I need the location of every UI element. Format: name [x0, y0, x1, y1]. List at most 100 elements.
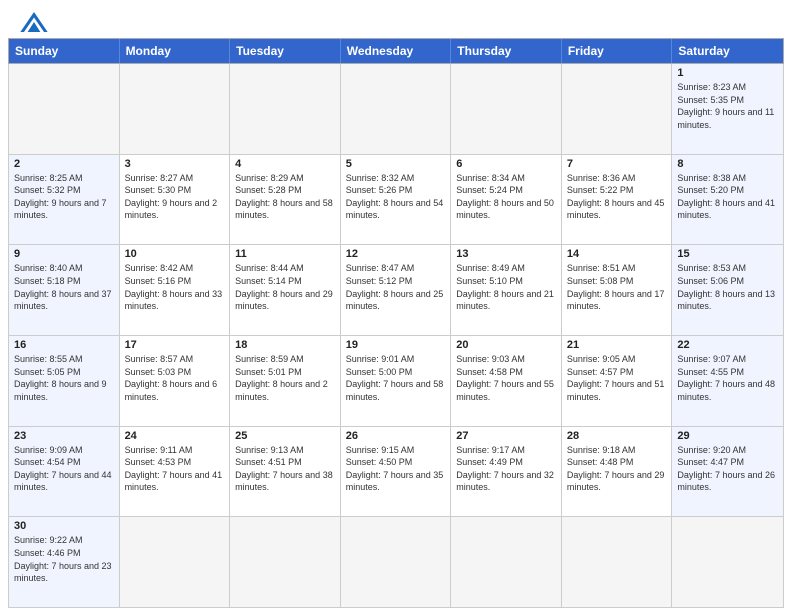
sun-info: Sunrise: 9:17 AM Sunset: 4:49 PM Dayligh… — [456, 444, 556, 494]
day-cell: 7 Sunrise: 8:36 AM Sunset: 5:22 PM Daylig… — [562, 155, 673, 245]
sun-info: Sunrise: 8:27 AM Sunset: 5:30 PM Dayligh… — [125, 172, 225, 222]
day-cell: 3 Sunrise: 8:27 AM Sunset: 5:30 PM Daylig… — [120, 155, 231, 245]
day-cell: 28 Sunrise: 9:18 AM Sunset: 4:48 PM Dayli… — [562, 427, 673, 517]
day-cell — [230, 517, 341, 607]
day-header: Wednesday — [341, 39, 452, 63]
day-cell: 21 Sunrise: 9:05 AM Sunset: 4:57 PM Dayli… — [562, 336, 673, 426]
day-number: 28 — [567, 430, 667, 442]
day-number: 23 — [14, 430, 114, 442]
day-cell: 18Sunrise: 8:59 AM Sunset: 5:01 PM Dayli… — [230, 336, 341, 426]
sun-info: Sunrise: 8:40 AM Sunset: 5:18 PM Dayligh… — [14, 262, 114, 312]
logo-icon — [20, 12, 48, 32]
day-number: 12 — [346, 248, 446, 260]
day-cell — [672, 517, 783, 607]
day-cell: 23 Sunrise: 9:09 AM Sunset: 4:54 PM Dayli… — [9, 427, 120, 517]
sun-info: Sunrise: 9:01 AM Sunset: 5:00 PM Dayligh… — [346, 353, 446, 403]
weeks: 1 Sunrise: 8:23 AM Sunset: 5:35 PM Daylig… — [8, 64, 784, 608]
day-cell: 1 Sunrise: 8:23 AM Sunset: 5:35 PM Daylig… — [672, 64, 783, 154]
day-number: 5 — [346, 158, 446, 170]
sun-info: Sunrise: 9:11 AM Sunset: 4:53 PM Dayligh… — [125, 444, 225, 494]
day-number: 17 — [125, 339, 225, 351]
day-number: 6 — [456, 158, 556, 170]
day-cell: 26Sunrise: 9:15 AM Sunset: 4:50 PM Dayli… — [341, 427, 452, 517]
week-row: 16Sunrise: 8:55 AM Sunset: 5:05 PM Dayli… — [9, 336, 783, 427]
day-number: 20 — [456, 339, 556, 351]
sun-info: Sunrise: 9:22 AM Sunset: 4:46 PM Dayligh… — [14, 534, 114, 584]
week-row: 2 Sunrise: 8:25 AM Sunset: 5:32 PM Daylig… — [9, 155, 783, 246]
day-number: 10 — [125, 248, 225, 260]
day-number: 21 — [567, 339, 667, 351]
day-number: 8 — [677, 158, 778, 170]
day-header: Sunday — [9, 39, 120, 63]
day-number: 3 — [125, 158, 225, 170]
sun-info: Sunrise: 9:18 AM Sunset: 4:48 PM Dayligh… — [567, 444, 667, 494]
day-cell: 24 Sunrise: 9:11 AM Sunset: 4:53 PM Dayli… — [120, 427, 231, 517]
day-number: 24 — [125, 430, 225, 442]
day-cell: 29 Sunrise: 9:20 AM Sunset: 4:47 PM Dayli… — [672, 427, 783, 517]
day-cell: 15 Sunrise: 8:53 AM Sunset: 5:06 PM Dayli… — [672, 245, 783, 335]
day-number: 9 — [14, 248, 114, 260]
day-cell — [9, 64, 120, 154]
day-cell: 13 Sunrise: 8:49 AM Sunset: 5:10 PM Dayli… — [451, 245, 562, 335]
sun-info: Sunrise: 8:25 AM Sunset: 5:32 PM Dayligh… — [14, 172, 114, 222]
sun-info: Sunrise: 9:20 AM Sunset: 4:47 PM Dayligh… — [677, 444, 778, 494]
day-cell — [451, 517, 562, 607]
week-row: 30Sunrise: 9:22 AM Sunset: 4:46 PM Dayli… — [9, 517, 783, 607]
day-cell — [120, 517, 231, 607]
sun-info: Sunrise: 8:57 AM Sunset: 5:03 PM Dayligh… — [125, 353, 225, 403]
day-cell: 19 Sunrise: 9:01 AM Sunset: 5:00 PM Dayli… — [341, 336, 452, 426]
day-cell: 9 Sunrise: 8:40 AM Sunset: 5:18 PM Daylig… — [9, 245, 120, 335]
day-number: 1 — [677, 67, 778, 79]
sun-info: Sunrise: 8:42 AM Sunset: 5:16 PM Dayligh… — [125, 262, 225, 312]
sun-info: Sunrise: 8:34 AM Sunset: 5:24 PM Dayligh… — [456, 172, 556, 222]
day-cell: 4 Sunrise: 8:29 AM Sunset: 5:28 PM Daylig… — [230, 155, 341, 245]
day-number: 2 — [14, 158, 114, 170]
day-header: Friday — [562, 39, 673, 63]
sun-info: Sunrise: 8:51 AM Sunset: 5:08 PM Dayligh… — [567, 262, 667, 312]
day-number: 29 — [677, 430, 778, 442]
sun-info: Sunrise: 8:53 AM Sunset: 5:06 PM Dayligh… — [677, 262, 778, 312]
day-number: 15 — [677, 248, 778, 260]
day-cell: 8Sunrise: 8:38 AM Sunset: 5:20 PM Daylig… — [672, 155, 783, 245]
week-row: 1 Sunrise: 8:23 AM Sunset: 5:35 PM Daylig… — [9, 64, 783, 155]
sun-info: Sunrise: 9:05 AM Sunset: 4:57 PM Dayligh… — [567, 353, 667, 403]
day-number: 16 — [14, 339, 114, 351]
day-number: 4 — [235, 158, 335, 170]
day-cell: 14 Sunrise: 8:51 AM Sunset: 5:08 PM Dayli… — [562, 245, 673, 335]
page: SundayMondayTuesdayWednesdayThursdayFrid… — [0, 0, 792, 612]
day-number: 13 — [456, 248, 556, 260]
day-header: Monday — [120, 39, 231, 63]
day-number: 19 — [346, 339, 446, 351]
sun-info: Sunrise: 8:36 AM Sunset: 5:22 PM Dayligh… — [567, 172, 667, 222]
day-cell — [562, 517, 673, 607]
day-header: Tuesday — [230, 39, 341, 63]
sun-info: Sunrise: 8:29 AM Sunset: 5:28 PM Dayligh… — [235, 172, 335, 222]
week-row: 23 Sunrise: 9:09 AM Sunset: 4:54 PM Dayli… — [9, 427, 783, 518]
day-number: 7 — [567, 158, 667, 170]
day-number: 18 — [235, 339, 335, 351]
day-cell — [341, 517, 452, 607]
day-cell: 11 Sunrise: 8:44 AM Sunset: 5:14 PM Dayli… — [230, 245, 341, 335]
day-cell: 22Sunrise: 9:07 AM Sunset: 4:55 PM Dayli… — [672, 336, 783, 426]
day-cell: 27Sunrise: 9:17 AM Sunset: 4:49 PM Dayli… — [451, 427, 562, 517]
sun-info: Sunrise: 9:13 AM Sunset: 4:51 PM Dayligh… — [235, 444, 335, 494]
day-number: 11 — [235, 248, 335, 260]
day-cell: 10 Sunrise: 8:42 AM Sunset: 5:16 PM Dayli… — [120, 245, 231, 335]
day-cell — [341, 64, 452, 154]
day-cell — [230, 64, 341, 154]
header — [0, 0, 792, 38]
week-row: 9 Sunrise: 8:40 AM Sunset: 5:18 PM Daylig… — [9, 245, 783, 336]
day-cell — [451, 64, 562, 154]
calendar: SundayMondayTuesdayWednesdayThursdayFrid… — [0, 38, 792, 612]
sun-info: Sunrise: 9:09 AM Sunset: 4:54 PM Dayligh… — [14, 444, 114, 494]
sun-info: Sunrise: 8:49 AM Sunset: 5:10 PM Dayligh… — [456, 262, 556, 312]
day-cell: 6 Sunrise: 8:34 AM Sunset: 5:24 PM Daylig… — [451, 155, 562, 245]
day-cell: 5Sunrise: 8:32 AM Sunset: 5:26 PM Daylig… — [341, 155, 452, 245]
day-number: 26 — [346, 430, 446, 442]
day-header: Thursday — [451, 39, 562, 63]
sun-info: Sunrise: 8:44 AM Sunset: 5:14 PM Dayligh… — [235, 262, 335, 312]
day-number: 14 — [567, 248, 667, 260]
sun-info: Sunrise: 8:23 AM Sunset: 5:35 PM Dayligh… — [677, 81, 778, 131]
day-cell — [562, 64, 673, 154]
day-cell: 2 Sunrise: 8:25 AM Sunset: 5:32 PM Daylig… — [9, 155, 120, 245]
